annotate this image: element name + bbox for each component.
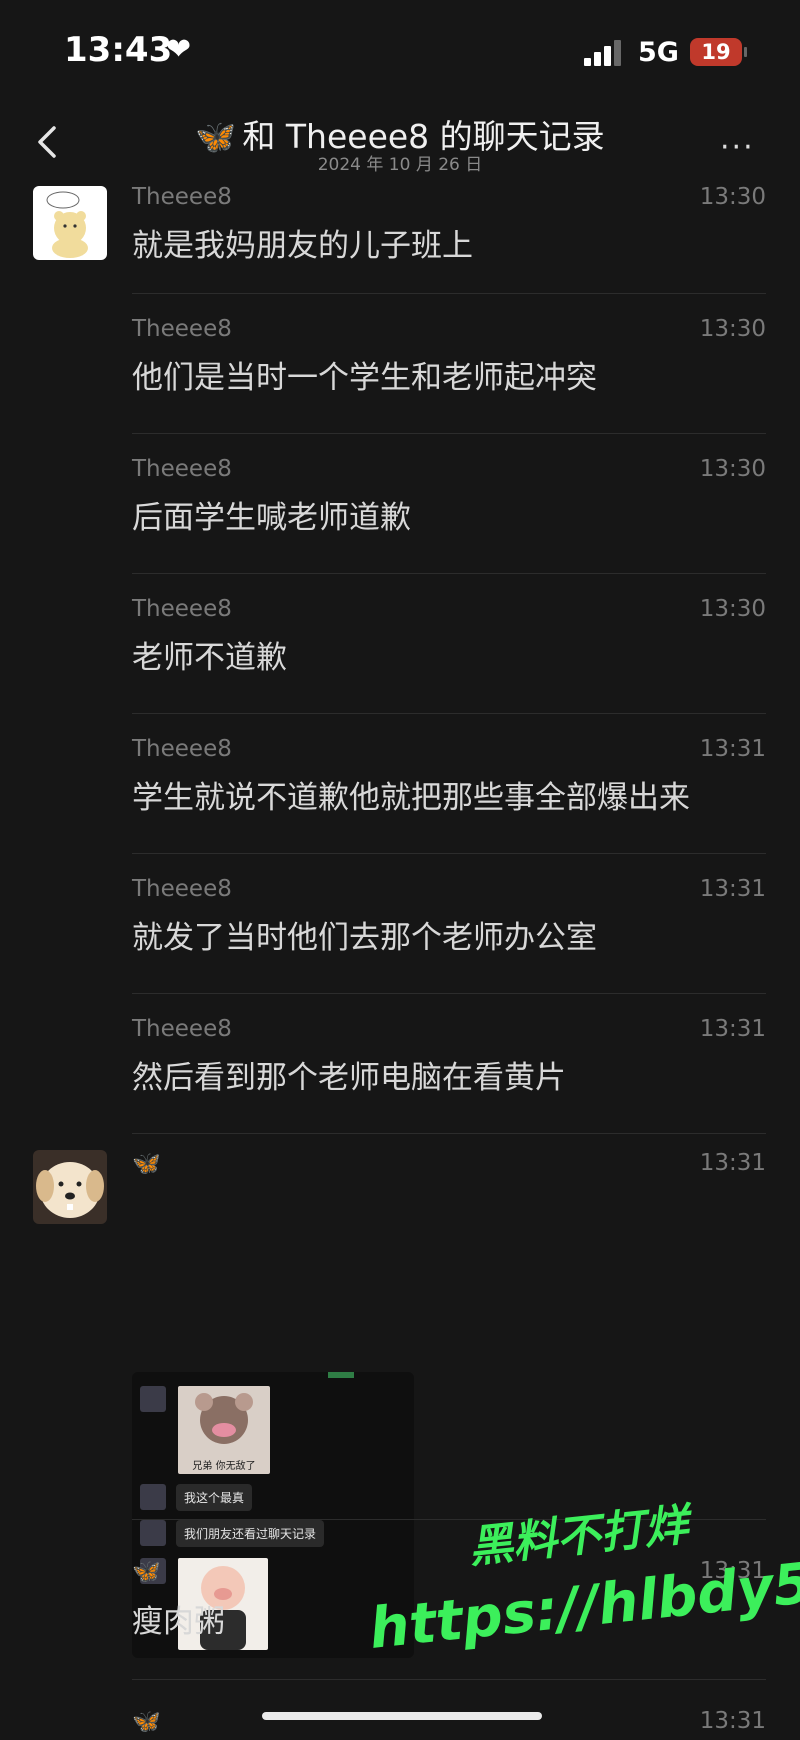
status-bar: 13:43 ❤ 5G 19 (0, 0, 800, 100)
message-text[interactable]: 老师不道歉 (132, 632, 287, 677)
message-sender: Theeee8 (132, 316, 232, 342)
avatar[interactable] (33, 1150, 107, 1224)
message-item: Theeee8 13:30 后面学生喊老师道歉 (0, 434, 800, 574)
message-sender: Theeee8 (132, 736, 232, 762)
message-text[interactable]: 然后看到那个老师电脑在看黄片 (132, 1052, 566, 1097)
battery-cap (744, 47, 747, 57)
message-sender: 🦋 (132, 1709, 161, 1735)
message-time: 13:30 (699, 596, 766, 622)
battery-icon: 19 (690, 38, 742, 66)
message-item: Theeee8 13:31 学生就说不道歉他就把那些事全部爆出来 (0, 714, 800, 854)
message-text[interactable]: 学生就说不道歉他就把那些事全部爆出来 (132, 772, 690, 817)
more-button[interactable]: ··· (720, 130, 768, 165)
sticker-caption: 兄弟 你无敌了 (192, 1461, 256, 1472)
message-time: 13:31 (699, 876, 766, 902)
rat-sticker: 兄弟 你无敌了 (178, 1386, 270, 1474)
message-sender: Theeee8 (132, 184, 232, 210)
message-sender: Theeee8 (132, 876, 232, 902)
message-item: 🦋 13:31 兄弟 你无敌了 我这个最真 我们朋友还看过聊天记录 (0, 1150, 800, 1658)
message-sender: Theeee8 (132, 456, 232, 482)
network-type: 5G (638, 37, 679, 68)
message-sender: Theeee8 (132, 596, 232, 622)
watermark-line1: 黑料不打烊 (466, 1499, 691, 1574)
message-item: Theeee8 13:30 他们是当时一个学生和老师起冲突 (0, 294, 800, 434)
message-text[interactable]: 他们是当时一个学生和老师起冲突 (132, 352, 597, 397)
image-bubble: 我这个最真 (176, 1484, 253, 1511)
message-sender: 🦋 (132, 1151, 161, 1177)
message-sender: Theeee8 (132, 1016, 232, 1042)
message-time: 13:31 (699, 736, 766, 762)
chat-date: 2024 年 10 月 26 日 (317, 155, 483, 175)
message-time: 13:31 (699, 1150, 766, 1176)
divider (132, 1133, 766, 1134)
message-item: Theeee8 13:30 就是我妈朋友的儿子班上 (0, 176, 800, 294)
message-time: 13:30 (699, 316, 766, 342)
message-time: 13:30 (699, 184, 766, 210)
home-indicator[interactable] (262, 1712, 542, 1720)
message-text[interactable]: 就发了当时他们去那个老师办公室 (132, 912, 597, 957)
heart-icon: ❤ (166, 32, 192, 67)
status-time: 13:43 (64, 30, 173, 70)
message-item: Theeee8 13:30 老师不道歉 (0, 574, 800, 714)
avatar (140, 1386, 166, 1412)
message-text[interactable]: 后面学生喊老师道歉 (132, 492, 411, 537)
message-item: Theeee8 13:31 就发了当时他们去那个老师办公室 (0, 854, 800, 994)
message-time: 13:31 (699, 1016, 766, 1042)
message-sender: 🦋 (132, 1559, 161, 1585)
avatar (140, 1484, 166, 1510)
avatar[interactable] (33, 186, 107, 260)
message-text[interactable]: 就是我妈朋友的儿子班上 (132, 220, 473, 265)
message-item: Theeee8 13:31 然后看到那个老师电脑在看黄片 (0, 994, 800, 1134)
message-time: 13:30 (699, 456, 766, 482)
message-text[interactable]: 瘦肉粥 (132, 1596, 225, 1641)
watermark: 黑料不打烊 https://hlbdy5.com (366, 1480, 800, 1730)
image-topbar (328, 1372, 354, 1378)
signal-icon (584, 38, 624, 66)
